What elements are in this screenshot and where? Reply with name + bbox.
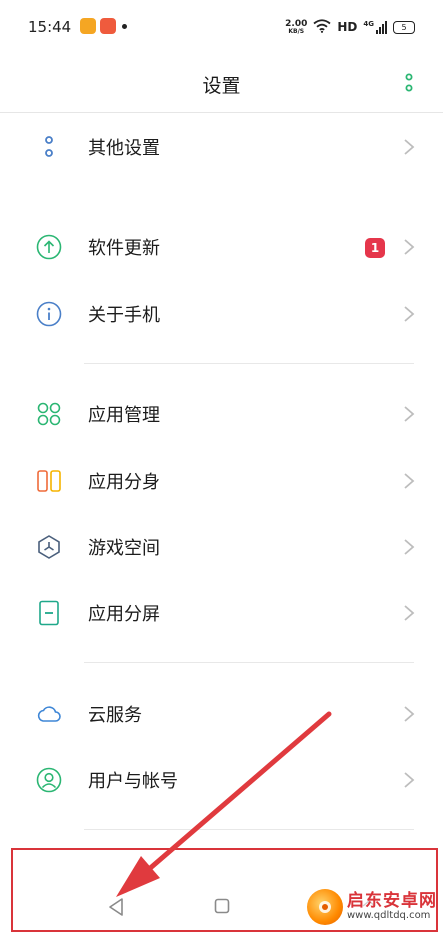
watermark-name: 启东安卓网: [347, 890, 437, 911]
home-icon[interactable]: [214, 898, 230, 914]
wifi-icon: [313, 18, 331, 37]
chevron-right-icon: [403, 305, 415, 323]
chevron-right-icon: [403, 604, 415, 622]
settings-row-label: 关于手机: [88, 305, 160, 326]
battery-icon: 5: [393, 20, 415, 34]
settings-row-game-space[interactable]: 游戏空间: [0, 516, 443, 576]
game-space-icon: [36, 534, 62, 560]
upload-icon: [36, 234, 62, 260]
settings-row-label: 应用分身: [88, 472, 160, 493]
settings-row-label: 软件更新: [88, 238, 160, 259]
network-type: 4G: [363, 20, 374, 28]
settings-row-about-phone[interactable]: 关于手机: [0, 283, 443, 343]
settings-row-label: 云服务: [88, 705, 142, 726]
settings-row-user-account[interactable]: 用户与帐号: [0, 749, 443, 809]
settings-row-label: 游戏空间: [88, 538, 160, 559]
apps-grid-icon: [36, 401, 62, 427]
section-divider: [84, 363, 414, 364]
settings-row-other[interactable]: 其他设置: [0, 116, 443, 176]
header-divider: [0, 112, 443, 113]
settings-row-app-clone[interactable]: 应用分身: [0, 450, 443, 510]
chevron-right-icon: [403, 238, 415, 256]
header: 设置: [0, 56, 443, 112]
status-indicators: 2.00 KB/S HD 4G 5: [285, 16, 415, 38]
section-divider: [84, 662, 414, 663]
watermark: 启东安卓网 www.qdltdq.com: [307, 889, 437, 925]
chevron-right-icon: [403, 472, 415, 490]
battery-level: 5: [401, 22, 407, 32]
update-badge: 1: [365, 238, 385, 258]
status-bar: 15:44 2.00 KB/S HD 4G 5: [0, 0, 443, 56]
watermark-logo-icon: [307, 889, 343, 925]
status-app-icon: [80, 18, 96, 34]
settings-row-app-management[interactable]: 应用管理: [0, 383, 443, 443]
settings-row-label: 应用分屏: [88, 604, 160, 625]
watermark-text: 启东安卓网 www.qdltdq.com: [347, 890, 437, 921]
settings-row-split-screen[interactable]: 应用分屏: [0, 582, 443, 642]
signal-icon: 4G: [363, 20, 387, 34]
chevron-right-icon: [403, 771, 415, 789]
net-speed: 2.00 KB/S: [285, 19, 307, 35]
app-clone-icon: [36, 468, 62, 494]
page-title: 设置: [202, 75, 241, 97]
dots-vertical-icon: [36, 134, 62, 160]
cloud-icon: [36, 701, 62, 727]
more-vertical-icon: [405, 73, 413, 92]
settings-row-label: 应用管理: [88, 405, 160, 426]
chevron-right-icon: [403, 538, 415, 556]
settings-row-software-update[interactable]: 软件更新 1: [0, 216, 443, 276]
status-app-icon: [100, 18, 116, 34]
more-options-button[interactable]: [397, 72, 421, 96]
hd-indicator: HD: [337, 20, 358, 34]
status-time: 15:44: [28, 18, 72, 36]
settings-row-label: 用户与帐号: [88, 771, 178, 792]
info-icon: [36, 301, 62, 327]
chevron-right-icon: [403, 705, 415, 723]
settings-screen: 15:44 2.00 KB/S HD 4G 5 设置 其他设置 软件更新 1 关…: [0, 0, 443, 933]
settings-row-label: 其他设置: [88, 138, 160, 159]
settings-row-cloud-service[interactable]: 云服务: [0, 683, 443, 743]
section-divider: [84, 829, 414, 830]
split-screen-icon: [36, 600, 62, 626]
user-account-icon: [36, 767, 62, 793]
chevron-right-icon: [403, 138, 415, 156]
back-icon[interactable]: [106, 896, 126, 918]
notification-dot-icon: [122, 24, 127, 29]
net-speed-unit: KB/S: [288, 27, 305, 35]
watermark-url: www.qdltdq.com: [347, 909, 431, 921]
chevron-right-icon: [403, 405, 415, 423]
